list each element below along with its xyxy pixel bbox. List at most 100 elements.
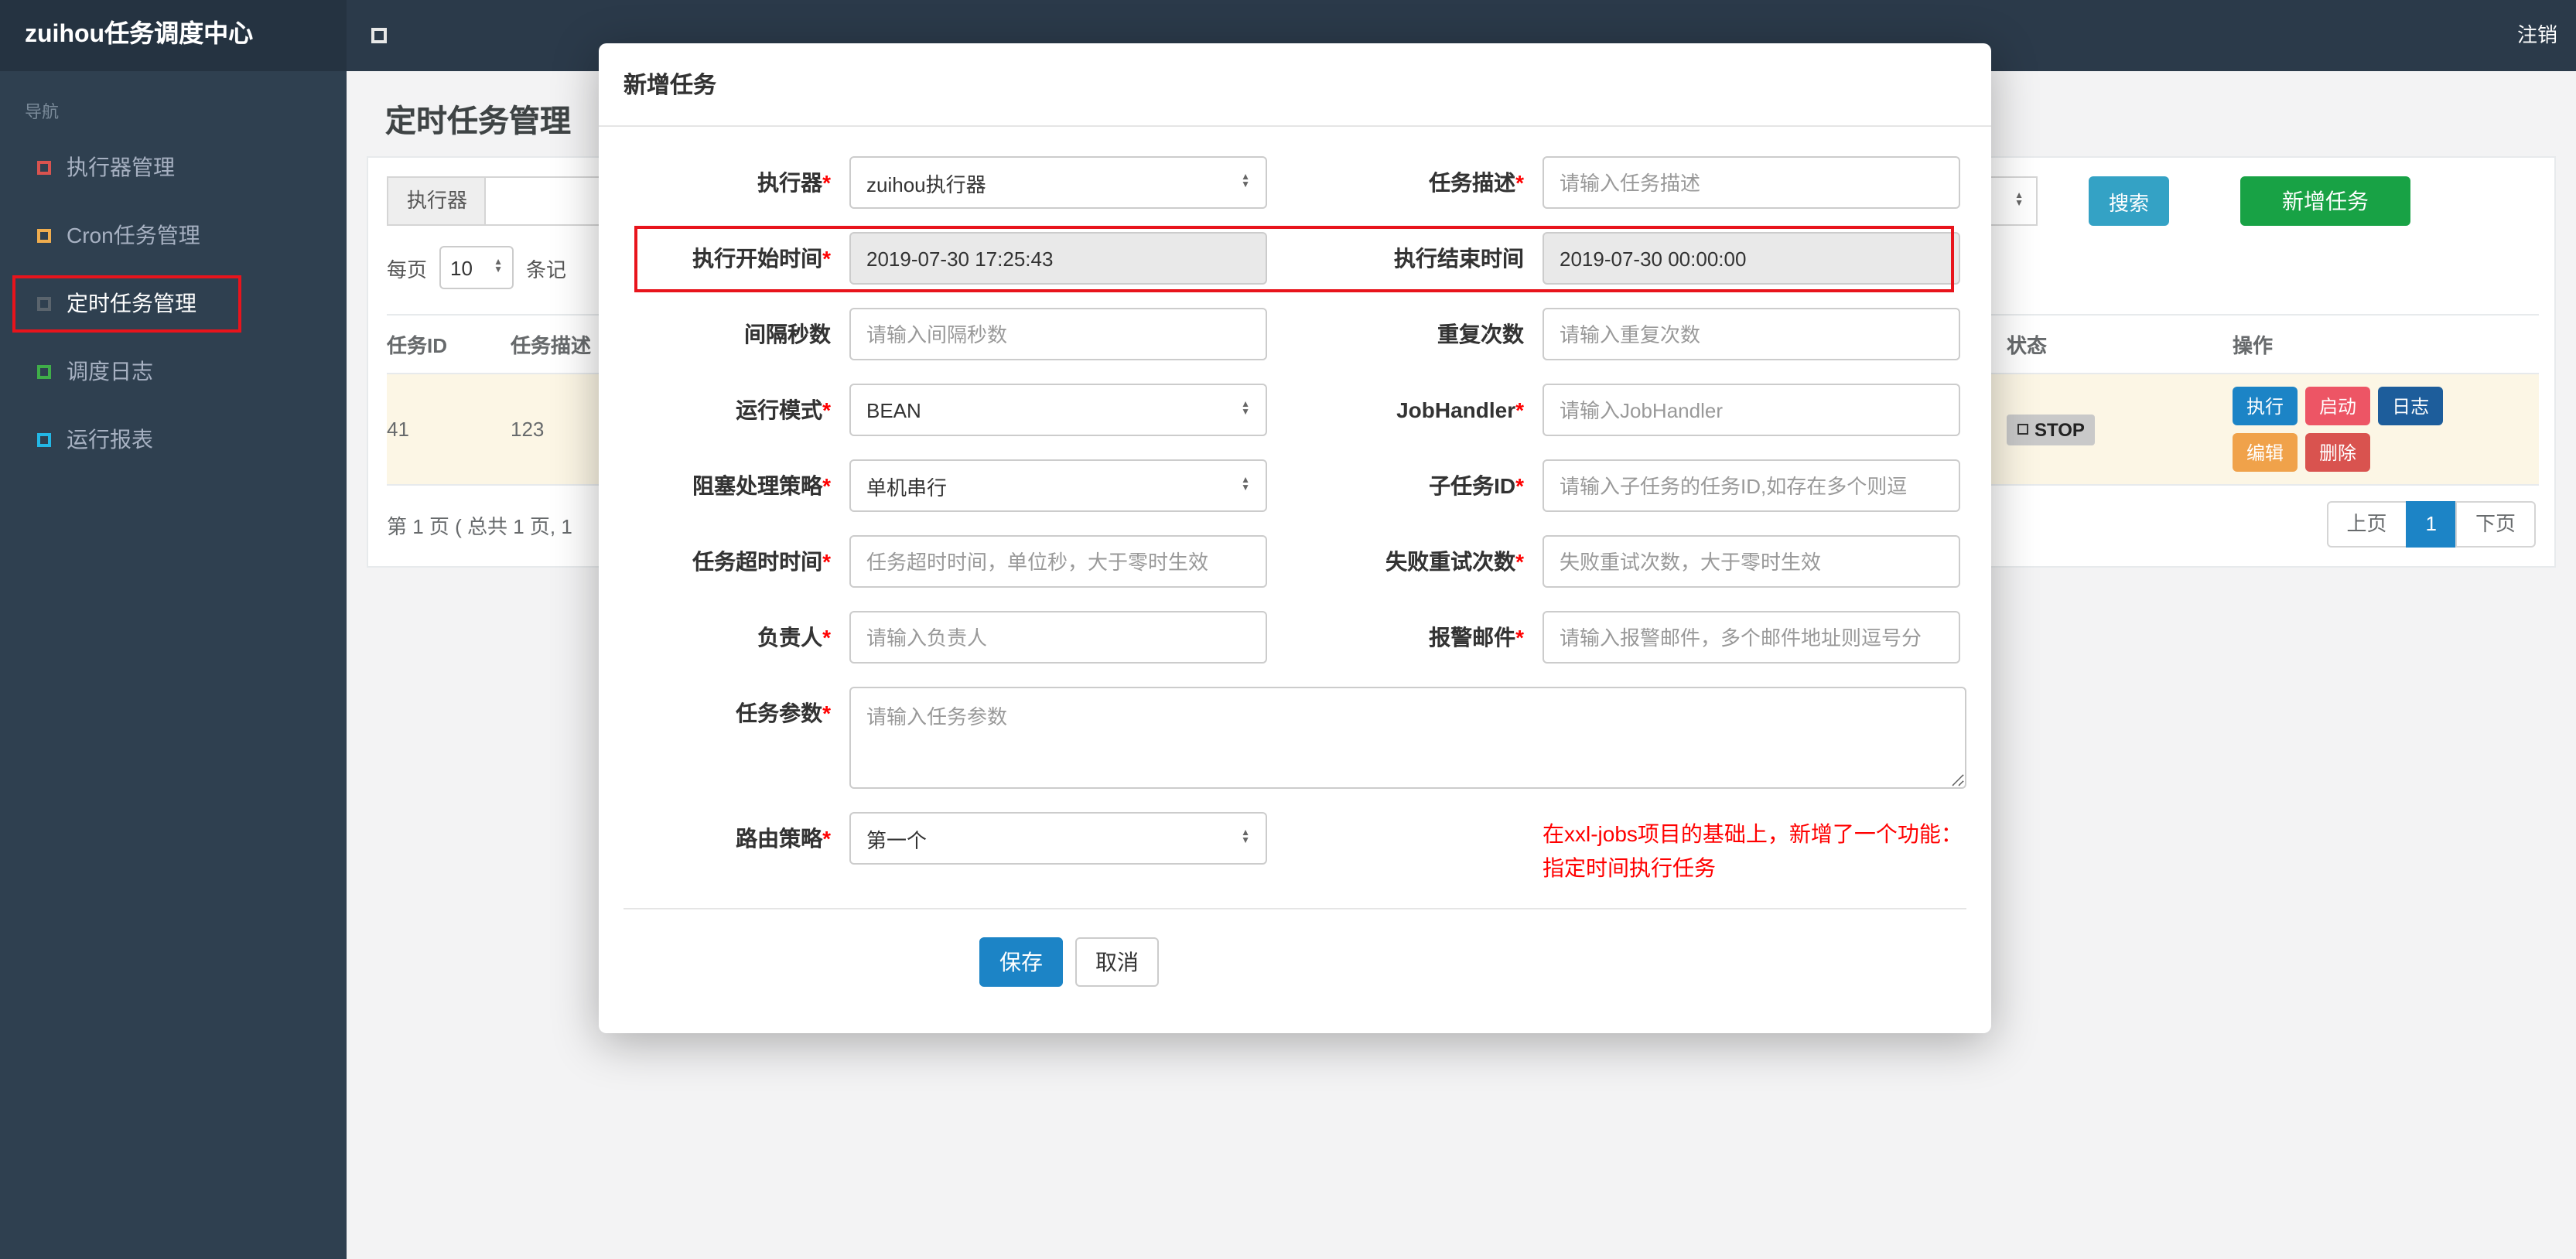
sidebar-item-scheduled-task-management[interactable]: 定时任务管理 xyxy=(0,269,347,337)
repeat-count-input[interactable] xyxy=(1543,308,1960,360)
form-row-block-strategy-childtask: 阻塞处理策略* 单机串行 ▲ ▼ 子任务ID* xyxy=(624,459,1966,512)
field-label: 报警邮件* xyxy=(1429,625,1524,650)
route-strategy-select[interactable]: 第一个 ▲ ▼ xyxy=(849,812,1267,865)
run-mode-select[interactable]: BEAN ▲ ▼ xyxy=(849,384,1267,436)
required-asterisk: * xyxy=(822,246,831,271)
select-caret-icon: ▲▼ xyxy=(1241,476,1250,493)
page-size-select[interactable]: 10 ▲ ▼ xyxy=(439,246,514,289)
field-label: 重复次数 xyxy=(1437,322,1524,346)
select-caret-icon: ▲▼ xyxy=(1241,401,1250,418)
jobhandler-input[interactable] xyxy=(1543,384,1960,436)
select-caret-icon: ▲▼ xyxy=(1241,173,1250,190)
pagination-info: 第 1 页 ( 总共 1 页, 1 xyxy=(387,514,572,537)
delete-button[interactable]: 删除 xyxy=(2305,433,2371,472)
select-caret-icon: ▲▼ xyxy=(494,258,504,275)
form-row-runmode-jobhandler: 运行模式* BEAN ▲ ▼ JobHandler* xyxy=(624,384,1966,436)
modal-footer: 保存 取消 xyxy=(624,908,1966,1034)
block-strategy-select[interactable]: 单机串行 ▲ ▼ xyxy=(849,459,1267,512)
page-size-suffix: 条记 xyxy=(526,258,567,281)
task-timeout-input[interactable] xyxy=(849,535,1267,588)
field-label: 负责人* xyxy=(757,625,831,650)
field-label: 间隔秒数 xyxy=(744,322,831,346)
end-time-field[interactable]: 2019-07-30 00:00:00 xyxy=(1543,232,1960,285)
task-desc-input[interactable] xyxy=(1543,156,1960,209)
status-badge-label: STOP xyxy=(2034,418,2085,440)
log-button[interactable]: 日志 xyxy=(2378,387,2444,425)
executor-select-value: zuihou执行器 xyxy=(866,172,986,196)
field-label: JobHandler* xyxy=(1396,397,1524,422)
field-label: 路由策略* xyxy=(736,826,831,851)
app-title: zuihou任务调度中心 xyxy=(0,0,347,71)
start-button[interactable]: 启动 xyxy=(2305,387,2371,425)
form-row-interval-repeat: 间隔秒数 重复次数 xyxy=(624,308,1966,360)
required-asterisk: * xyxy=(1515,397,1524,422)
sidebar-item-dispatch-log[interactable]: 调度日志 xyxy=(0,337,347,405)
app-window: zuihou任务调度中心 注销 导航 执行器管理 Cron任务管理 定时任务管理… xyxy=(0,0,2576,1259)
add-task-modal: 新增任务 执行器* zuihou执行器 ▲ ▼ 任务描述* 请输入任务描述 执行… xyxy=(599,43,1991,1034)
header-task-id: 任务ID xyxy=(387,314,511,374)
form-row-owner-alarm: 负责人* 报警邮件* xyxy=(624,611,1966,664)
sidebar-item-executor-management[interactable]: 执行器管理 xyxy=(0,133,347,201)
required-asterisk: * xyxy=(1515,549,1524,574)
save-button[interactable]: 保存 xyxy=(979,937,1063,988)
interval-seconds-input[interactable] xyxy=(849,308,1267,360)
field-label: 失败重试次数* xyxy=(1385,549,1524,574)
sidebar-item-label: 调度日志 xyxy=(67,359,153,384)
executor-select[interactable]: zuihou执行器 ▲ ▼ xyxy=(849,156,1267,209)
cell-task-id: 41 xyxy=(387,374,511,486)
modal-body: 执行器* zuihou执行器 ▲▼ 任务描述* 执行开始时间* 2019-07-… xyxy=(599,127,1991,885)
sidebar-item-label: Cron任务管理 xyxy=(67,223,200,247)
next-page-button[interactable]: 下页 xyxy=(2455,501,2536,548)
executor-filter-label: 执行器 xyxy=(387,176,488,226)
sidebar-nav-label: 导航 xyxy=(25,104,59,122)
current-page-button[interactable]: 1 xyxy=(2405,501,2457,548)
required-asterisk: * xyxy=(1515,170,1524,195)
fail-retry-count-input[interactable] xyxy=(1543,535,1960,588)
square-icon xyxy=(37,432,51,446)
field-label: 任务描述* xyxy=(1429,170,1524,195)
required-asterisk: * xyxy=(822,473,831,498)
feature-note: 在xxl-jobs项目的基础上，新增了一个功能： 指定时间执行任务 xyxy=(1543,812,1963,885)
start-time-field[interactable]: 2019-07-30 17:25:43 xyxy=(849,232,1267,285)
required-asterisk: * xyxy=(822,397,831,422)
feature-note-line1: 在xxl-jobs项目的基础上，新增了一个功能： xyxy=(1543,821,1963,846)
select-caret-icon: ▲▼ xyxy=(1241,829,1250,846)
child-task-id-input[interactable] xyxy=(1543,459,1960,512)
add-task-button[interactable]: 新增任务 xyxy=(2240,176,2410,226)
page-size-prefix: 每页 xyxy=(387,258,428,281)
form-row-route-strategy: 路由策略* 第一个 ▲ ▼ 在xxl-jobs项目的基础上，新增了一个功能： 指定… xyxy=(624,812,1966,885)
sidebar-item-label: 执行器管理 xyxy=(67,155,175,179)
sidebar-item-cron-task-management[interactable]: Cron任务管理 xyxy=(0,201,347,269)
run-button[interactable]: 执行 xyxy=(2233,387,2298,425)
square-icon xyxy=(37,228,51,242)
header-status: 状态 xyxy=(2007,314,2233,374)
task-params-textarea[interactable] xyxy=(849,687,1966,789)
route-strategy-select-value: 第一个 xyxy=(866,828,928,851)
square-icon xyxy=(37,296,51,310)
owner-input[interactable] xyxy=(849,611,1267,664)
search-button[interactable]: 搜索 xyxy=(2089,176,2169,226)
required-asterisk: * xyxy=(822,701,831,725)
logout-link[interactable]: 注销 xyxy=(2517,0,2557,71)
page-size-value: 10 xyxy=(450,256,473,279)
required-asterisk: * xyxy=(822,170,831,195)
cell-actions: 执行 启动 日志 编辑 删除 xyxy=(2233,374,2539,486)
select-caret-icon: ▲▼ xyxy=(2014,192,2024,209)
menu-toggle-icon[interactable] xyxy=(371,28,387,43)
sidebar-item-run-report[interactable]: 运行报表 xyxy=(0,405,347,473)
cell-status: STOP xyxy=(2007,374,2233,486)
pager: 上页 1 下页 xyxy=(2326,501,2536,548)
modal-title: 新增任务 xyxy=(599,43,1991,127)
square-icon xyxy=(37,160,51,174)
edit-button[interactable]: 编辑 xyxy=(2233,433,2298,472)
status-badge: STOP xyxy=(2007,414,2096,445)
square-icon xyxy=(2017,424,2028,435)
run-mode-select-value: BEAN xyxy=(866,398,921,421)
alarm-email-input[interactable] xyxy=(1543,611,1960,664)
cancel-button[interactable]: 取消 xyxy=(1075,937,1159,988)
prev-page-button[interactable]: 上页 xyxy=(2326,501,2407,548)
form-row-task-params: 任务参数* xyxy=(624,687,1966,789)
required-asterisk: * xyxy=(822,826,831,851)
field-label: 阻塞处理策略* xyxy=(692,473,831,498)
required-asterisk: * xyxy=(1515,625,1524,650)
